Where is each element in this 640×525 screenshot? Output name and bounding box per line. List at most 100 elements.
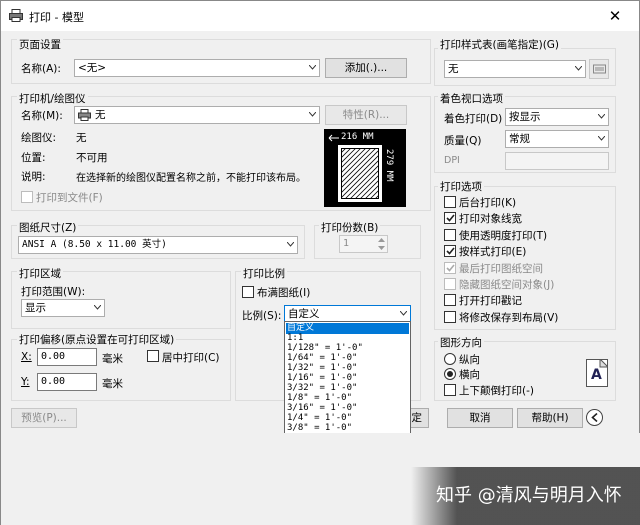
plotter-value: 无 xyxy=(76,132,87,144)
print-dialog: 打印 - 模型 ✕ 页面设置 名称(A): <无> 添加(.)... 打印机/绘… xyxy=(0,0,640,525)
y-offset-value: 0.00 xyxy=(41,376,66,387)
width-arrow-icon xyxy=(328,134,339,142)
printable-area-hatch xyxy=(341,148,379,199)
collapse-button[interactable] xyxy=(586,409,603,426)
checkmark-icon xyxy=(446,247,455,255)
plot-style-select[interactable]: 无 xyxy=(444,60,586,78)
y-offset-input[interactable]: 0.00 xyxy=(37,373,97,391)
shade-plot-value: 按显示 xyxy=(509,111,541,123)
quality-label: 质量(Q) xyxy=(444,135,482,147)
x-offset-unit: 毫米 xyxy=(102,353,123,365)
chevron-left-icon xyxy=(591,413,598,422)
landscape-radio[interactable] xyxy=(444,368,456,380)
y-offset-label: Y: xyxy=(21,376,30,388)
properties-button[interactable]: 特性(R)... xyxy=(325,105,407,125)
paper-size-value: ANSI A (8.50 x 11.00 英寸) xyxy=(22,239,167,250)
plot-area-label: 打印区域 xyxy=(17,266,63,281)
fit-to-paper-checkbox[interactable] xyxy=(242,286,254,298)
plot-range-label: 打印范围(W): xyxy=(21,286,86,298)
paper-preview: 216 MM 279 MM xyxy=(324,129,406,207)
printer-name-label: 名称(M): xyxy=(21,110,63,122)
orientation-label: 图形方向 xyxy=(438,335,484,350)
title-bar: 打印 - 模型 ✕ xyxy=(1,1,639,31)
shade-plot-label: 着色打印(D) xyxy=(444,113,503,125)
plot-option-label: 打印对象线宽 xyxy=(459,213,522,225)
landscape-label: 横向 xyxy=(459,369,480,381)
portrait-radio[interactable] xyxy=(444,353,456,365)
plot-option-checkbox[interactable] xyxy=(444,212,456,224)
plot-options-label: 打印选项 xyxy=(438,179,484,194)
chevron-down-icon xyxy=(400,311,407,316)
checkmark-icon xyxy=(446,264,455,272)
plot-option-label: 后台打印(K) xyxy=(459,197,517,209)
chevron-down-icon xyxy=(575,66,582,71)
copies-value: 1 xyxy=(343,238,350,249)
print-to-file-checkbox[interactable] xyxy=(21,191,33,203)
chevron-down-icon xyxy=(309,65,316,70)
upside-down-checkbox[interactable] xyxy=(444,384,456,396)
window-title: 打印 - 模型 xyxy=(29,11,84,24)
location-value: 不可用 xyxy=(76,152,108,164)
chevron-down-icon xyxy=(309,112,316,117)
watermark-text: 知乎 @清风与明月入怀 xyxy=(436,485,622,506)
plot-option-label: 最后打印图纸空间 xyxy=(459,263,543,275)
plot-option-checkbox[interactable] xyxy=(444,196,456,208)
center-plot-checkbox[interactable] xyxy=(147,350,159,362)
plot-style-label: 打印样式表(画笔指定)(G) xyxy=(438,37,562,52)
print-to-file-label: 打印到文件(F) xyxy=(36,192,103,204)
shaded-viewport-label: 着色视口选项 xyxy=(438,91,505,106)
chevron-down-icon xyxy=(598,114,605,119)
edit-icon xyxy=(593,64,606,74)
add-page-setup-button[interactable]: 添加(.)... xyxy=(325,58,407,78)
paper-size-select[interactable]: ANSI A (8.50 x 11.00 英寸) xyxy=(18,236,298,254)
center-plot-label: 居中打印(C) xyxy=(162,352,220,364)
quality-select[interactable]: 常规 xyxy=(505,130,609,148)
dpi-label: DPI xyxy=(444,155,460,166)
plot-option-label: 打开打印戳记 xyxy=(459,295,522,307)
edit-plot-style-button[interactable] xyxy=(589,59,609,79)
page-setup-name-value: <无> xyxy=(78,62,107,74)
paper-height-label: 279 MM xyxy=(384,149,394,182)
orientation-preview-icon: A xyxy=(586,359,608,387)
preview-button[interactable]: 预览(P)... xyxy=(11,408,77,428)
plot-range-value: 显示 xyxy=(25,302,46,314)
description-value: 在选择新的绘图仪配置名称之前，不能打印该布局。 xyxy=(76,173,306,184)
orientation-letter: A xyxy=(591,367,602,383)
plot-option-checkbox[interactable] xyxy=(444,245,456,257)
chevron-down-icon xyxy=(94,305,101,310)
copies-input[interactable]: 1 xyxy=(339,235,388,253)
page-setup-label: 页面设置 xyxy=(17,37,63,52)
page-setup-name-label: 名称(A): xyxy=(21,63,61,75)
close-icon[interactable]: ✕ xyxy=(605,6,625,26)
paper-sheet xyxy=(338,145,382,202)
paper-size-label: 图纸尺寸(Z) xyxy=(17,220,79,235)
plot-scale-label: 打印比例 xyxy=(241,266,287,281)
quality-value: 常规 xyxy=(509,133,530,145)
plot-range-select[interactable]: 显示 xyxy=(21,299,105,317)
plot-option-checkbox[interactable] xyxy=(444,294,456,306)
y-offset-unit: 毫米 xyxy=(102,378,123,390)
plot-option-label: 按样式打印(E) xyxy=(459,246,527,258)
dpi-input[interactable] xyxy=(505,152,609,170)
help-button[interactable]: 帮助(H) xyxy=(517,408,583,428)
cancel-button[interactable]: 取消 xyxy=(447,408,513,428)
spinner-icon[interactable] xyxy=(377,237,386,251)
scale-option[interactable]: 自定义 xyxy=(286,323,409,334)
plot-option-checkbox[interactable] xyxy=(444,262,456,274)
plot-option-checkbox[interactable] xyxy=(444,229,456,241)
scale-label: 比例(S): xyxy=(242,310,282,322)
printer-icon xyxy=(9,9,23,22)
page-setup-name-select[interactable]: <无> xyxy=(74,59,320,77)
printer-icon xyxy=(78,109,91,121)
chevron-down-icon xyxy=(287,242,294,247)
x-offset-label: X: xyxy=(21,351,32,363)
printer-name-select[interactable]: 无 xyxy=(74,106,320,124)
plot-option-checkbox[interactable] xyxy=(444,311,456,323)
checkmark-icon xyxy=(446,214,455,222)
fit-to-paper-label: 布满图纸(I) xyxy=(257,287,311,299)
shade-plot-select[interactable]: 按显示 xyxy=(505,108,609,126)
plot-option-checkbox[interactable] xyxy=(444,278,456,290)
copies-label: 打印份数(B) xyxy=(319,220,381,235)
x-offset-input[interactable]: 0.00 xyxy=(37,348,97,366)
paper-width-label: 216 MM xyxy=(341,132,374,142)
